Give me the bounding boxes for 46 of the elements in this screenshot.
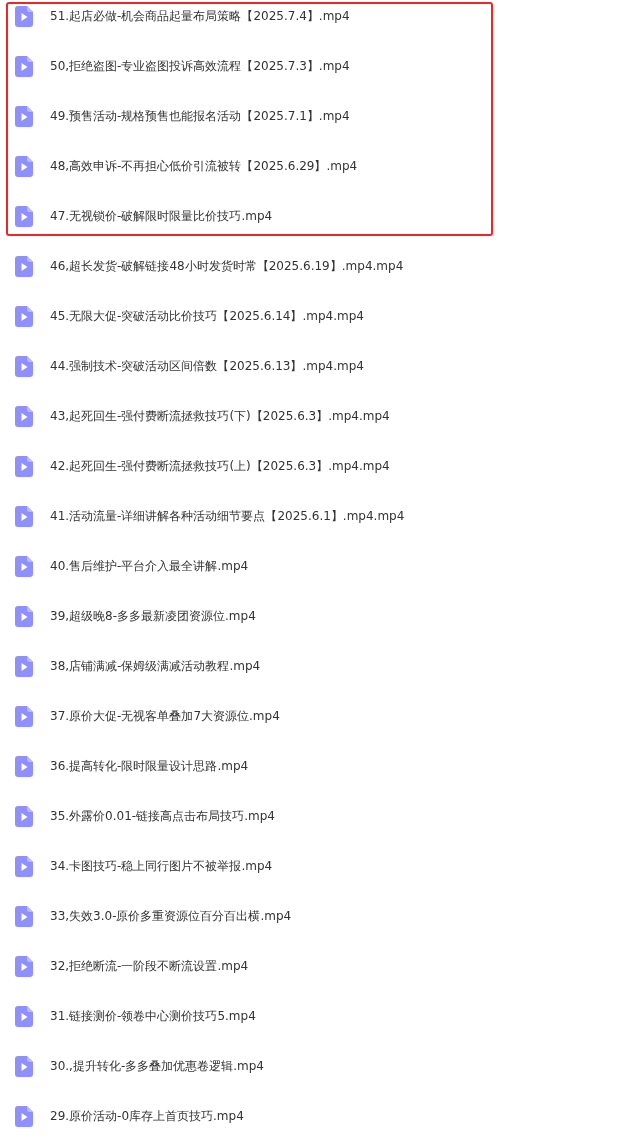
video-file-icon [15, 256, 33, 277]
video-file-icon [15, 406, 33, 427]
video-file-icon [15, 306, 33, 327]
file-name[interactable]: 36.提高转化-限时限量设计思路.mp4 [50, 756, 249, 777]
file-name[interactable]: 33,失效3.0-原价多重资源位百分百出横.mp4 [50, 906, 292, 927]
video-file-icon [15, 956, 33, 977]
file-name[interactable]: 49.预售活动-规格预售也能报名活动【2025.7.1】.mp4 [50, 106, 350, 127]
file-name[interactable]: 43,起死回生-强付费断流拯救技巧(下)【2025.6.3】.mp4.mp4 [50, 406, 390, 427]
file-name[interactable]: 39,超级晚8-多多最新凌团资源位.mp4 [50, 606, 256, 627]
video-file-icon [15, 806, 33, 827]
file-name[interactable]: 37.原价大促-无视客单叠加7大资源位.mp4 [50, 706, 280, 727]
video-file-icon [15, 756, 33, 777]
file-name[interactable]: 47.无视锁价-破解限时限量比价技巧.mp4 [50, 206, 273, 227]
file-name[interactable]: 32,拒绝断流-一阶段不断流设置.mp4 [50, 956, 249, 977]
file-name[interactable]: 51.起店必做-机会商品起量布局策略【2025.7.4】.mp4 [50, 6, 350, 27]
file-name[interactable]: 45.无限大促-突破活动比价技巧【2025.6.14】.mp4.mp4 [50, 306, 364, 327]
video-file-icon [15, 556, 33, 577]
file-name[interactable]: 38,店铺满减-保姆级满减活动教程.mp4 [50, 656, 261, 677]
video-file-icon [15, 456, 33, 477]
video-file-icon [15, 1056, 33, 1077]
video-file-icon [15, 106, 33, 127]
video-file-icon [15, 206, 33, 227]
video-file-icon [15, 506, 33, 527]
file-name[interactable]: 50,拒绝盗图-专业盗图投诉高效流程【2025.7.3】.mp4 [50, 56, 350, 77]
video-file-icon [15, 156, 33, 177]
video-file-icon [15, 906, 33, 927]
file-name[interactable]: 35.外露价0.01-链接高点击布局技巧.mp4 [50, 806, 275, 827]
file-name[interactable]: 48,高效申诉-不再担心低价引流被转【2025.6.29】.mp4 [50, 156, 358, 177]
video-file-icon [15, 606, 33, 627]
file-name[interactable]: 30.,提升转化-多多叠加优惠卷逻辑.mp4 [50, 1056, 264, 1077]
video-file-icon [15, 656, 33, 677]
video-file-icon [15, 1106, 33, 1127]
file-name[interactable]: 42.起死回生-强付费断流拯救技巧(上)【2025.6.3】.mp4.mp4 [50, 456, 390, 477]
video-file-icon [15, 1006, 33, 1027]
video-file-icon [15, 856, 33, 877]
video-file-icon [15, 356, 33, 377]
file-name[interactable]: 44.强制技术-突破活动区间倍数【2025.6.13】.mp4.mp4 [50, 356, 364, 377]
file-name[interactable]: 41.活动流量-详细讲解各种活动细节要点【2025.6.1】.mp4.mp4 [50, 506, 405, 527]
file-name[interactable]: 31.链接测价-领卷中心测价技巧5.mp4 [50, 1006, 256, 1027]
file-name[interactable]: 34.卡图技巧-稳上同行图片不被举报.mp4 [50, 856, 273, 877]
file-name[interactable]: 29.原价活动-0库存上首页技巧.mp4 [50, 1106, 244, 1127]
file-name[interactable]: 40.售后维护-平台介入最全讲解.mp4 [50, 556, 249, 577]
video-file-icon [15, 706, 33, 727]
file-name[interactable]: 46,超长发货-破解链接48小时发货时常【2025.6.19】.mp4.mp4 [50, 256, 404, 277]
video-file-icon [15, 6, 33, 27]
video-file-icon [15, 56, 33, 77]
